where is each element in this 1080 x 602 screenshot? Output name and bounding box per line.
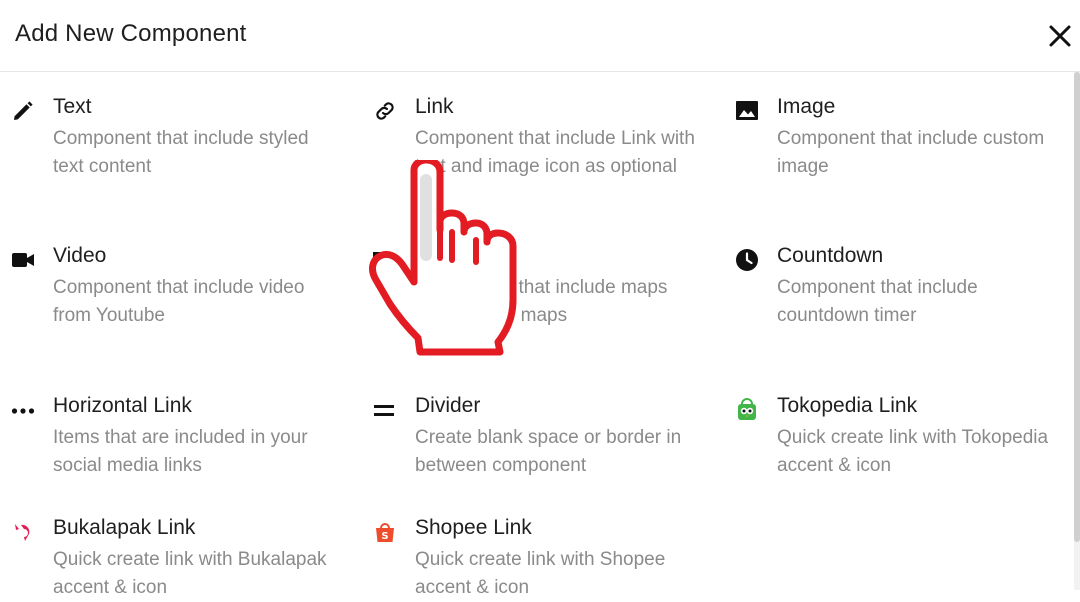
close-icon[interactable] — [1046, 22, 1074, 50]
component-name: Text — [53, 95, 92, 118]
component-description: Quick create link with Shopee accent & i… — [415, 549, 666, 598]
component-description: Create blank space or border in between … — [415, 427, 682, 476]
component-description: Quick create link with Tokopedia accent … — [777, 427, 1049, 476]
bukalapak-icon — [11, 520, 35, 544]
scrollbar-thumb[interactable] — [1074, 72, 1080, 542]
link-icon — [373, 99, 397, 123]
dialog-title: Add New Component — [15, 20, 247, 47]
component-description: Component that include maps from google … — [415, 277, 668, 326]
map-icon — [373, 248, 397, 272]
shopee-icon: S — [373, 520, 397, 544]
component-description: Component that include video from Youtub… — [53, 277, 305, 326]
component-description: Component that include styled text conte… — [53, 128, 309, 177]
component-description: Component that include countdown timer — [777, 277, 978, 326]
component-name: Countdown — [777, 244, 884, 267]
component-name: Tokopedia Link — [777, 394, 918, 417]
equals-icon — [373, 398, 397, 422]
component-name: Horizontal Link — [53, 394, 192, 417]
more-horizontal-icon — [11, 398, 35, 422]
component-name: Video — [53, 244, 107, 267]
component-description: Quick create link with Bukalapak accent … — [53, 549, 327, 598]
video-camera-icon — [11, 248, 35, 272]
tokopedia-icon — [735, 398, 759, 422]
image-icon — [735, 99, 759, 123]
component-description: Component that include custom image — [777, 128, 1045, 177]
pencil-icon — [11, 99, 35, 123]
component-description: Component that include Link with text an… — [415, 128, 695, 177]
clock-icon — [735, 248, 759, 272]
component-name: Shopee Link — [415, 516, 532, 539]
dialog-header: Add New Component — [0, 0, 1080, 72]
component-name: Bukalapak Link — [53, 516, 196, 539]
component-description: Items that are included in your social m… — [53, 427, 308, 476]
svg-text:S: S — [381, 531, 388, 542]
component-name: Divider — [415, 394, 481, 417]
scrollbar[interactable] — [1074, 72, 1080, 590]
component-name: Image — [777, 95, 836, 118]
component-name: Link — [415, 95, 454, 118]
